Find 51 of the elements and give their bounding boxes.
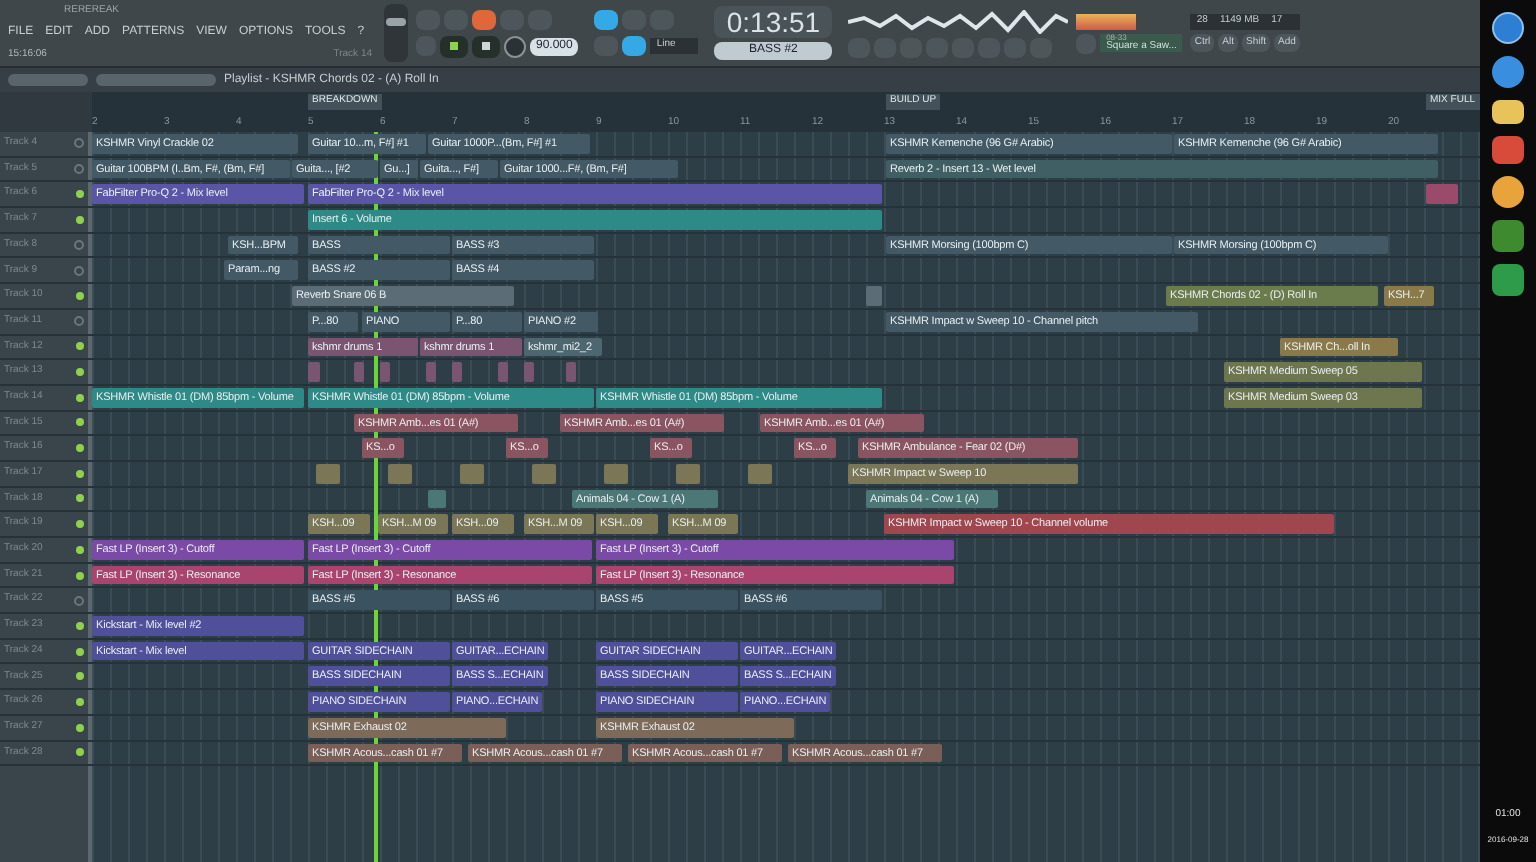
track-enabled-led[interactable]: [76, 190, 84, 199]
track-enabled-led[interactable]: [76, 571, 84, 580]
play-button[interactable]: [440, 35, 468, 57]
playlist-clip[interactable]: [524, 362, 534, 382]
track-enabled-led[interactable]: [76, 393, 84, 402]
track-muted-led[interactable]: [74, 138, 84, 149]
playlist-clip[interactable]: [380, 362, 390, 382]
track-enabled-led[interactable]: [76, 494, 84, 503]
track-enabled-led[interactable]: [76, 368, 84, 377]
playlist-clip[interactable]: [866, 286, 882, 306]
track-enabled-led[interactable]: [76, 469, 84, 478]
track-muted-led[interactable]: [74, 595, 84, 606]
track-enabled-led[interactable]: [76, 545, 84, 554]
playlist-clip[interactable]: [566, 362, 576, 382]
stop-button[interactable]: [472, 35, 500, 57]
track-muted-led[interactable]: [74, 164, 84, 175]
playlist-clip[interactable]: [748, 463, 772, 484]
track-enabled-led[interactable]: [76, 342, 84, 351]
track-muted-led[interactable]: [74, 240, 84, 251]
playlist-clip[interactable]: [498, 362, 508, 382]
playlist-clip[interactable]: [354, 362, 364, 382]
track-enabled-led[interactable]: [76, 723, 84, 732]
track-enabled-led[interactable]: [76, 672, 84, 681]
playlist-clip[interactable]: [388, 463, 412, 484]
track-enabled-led[interactable]: [76, 215, 84, 224]
playlist-clip[interactable]: [460, 463, 484, 484]
start-orb-icon[interactable]: [1492, 12, 1524, 44]
track-enabled-led[interactable]: [76, 748, 84, 757]
track-enabled-led[interactable]: [76, 697, 84, 706]
track-enabled-led[interactable]: [76, 444, 84, 453]
playlist-clip[interactable]: [532, 463, 556, 484]
browser-icon[interactable]: [1492, 56, 1524, 88]
track-enabled-led[interactable]: [76, 621, 84, 630]
track-enabled-led[interactable]: [76, 291, 84, 300]
peak-meter: [1076, 13, 1137, 29]
track-muted-led[interactable]: [74, 316, 84, 327]
playlist-clip[interactable]: [452, 362, 462, 382]
track-enabled-led[interactable]: [76, 647, 84, 656]
playlist-clip[interactable]: [316, 463, 340, 484]
track-enabled-led[interactable]: [76, 418, 84, 427]
time-display: 0:13:51: [714, 6, 833, 38]
playlist-clip[interactable]: [676, 463, 700, 484]
playlist-clip[interactable]: [426, 362, 436, 382]
playlist-clip[interactable]: [1426, 184, 1458, 205]
master-volume-thumb[interactable]: [386, 18, 406, 27]
playlist-clip[interactable]: [428, 489, 446, 509]
playlist-clip[interactable]: [308, 362, 320, 382]
record-button[interactable]: [504, 35, 526, 57]
track-enabled-led[interactable]: [76, 520, 84, 529]
track-muted-led[interactable]: [74, 265, 84, 276]
playlist-clip[interactable]: [604, 463, 628, 484]
